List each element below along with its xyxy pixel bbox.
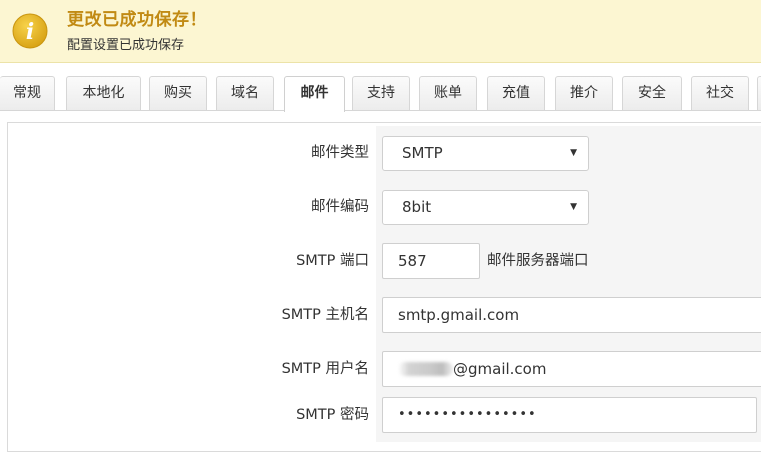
smtp-host-label: SMTP 主机名: [281, 307, 369, 323]
tab-credit[interactable]: 充值: [487, 76, 545, 110]
smtp-username-input[interactable]: @gmail.com: [382, 351, 761, 387]
smtp-port-input[interactable]: 587: [382, 243, 480, 279]
mail-encoding-label: 邮件编码: [311, 199, 369, 215]
mail-encoding-value: 8bit: [402, 198, 432, 216]
smtp-host-row: SMTP 主机名 smtp.gmail.com: [8, 288, 761, 343]
smtp-port-hint: 邮件服务器端口: [487, 253, 589, 269]
tab-affiliates[interactable]: 推介: [555, 76, 613, 110]
banner-message: 配置设置已成功保存: [67, 38, 185, 53]
mail-encoding-row: 邮件编码 8bit ▼: [8, 180, 761, 235]
smtp-username-domain: @gmail.com: [453, 360, 547, 378]
mail-type-label: 邮件类型: [311, 145, 369, 161]
smtp-password-label: SMTP 密码: [296, 407, 369, 423]
smtp-port-label: SMTP 端口: [296, 253, 369, 269]
smtp-port-row: SMTP 端口 587 邮件服务器端口: [8, 234, 761, 289]
tab-more[interactable]: [757, 76, 761, 110]
svg-text:i: i: [26, 19, 34, 45]
banner-title: 更改已成功保存！: [67, 10, 207, 30]
tab-ordering[interactable]: 购买: [149, 76, 207, 110]
info-icon: i: [12, 13, 48, 49]
tab-security[interactable]: 安全: [622, 76, 682, 110]
tab-mail[interactable]: 邮件: [284, 76, 345, 112]
dropdown-arrow-icon: ▼: [570, 202, 577, 212]
settings-tabs: 常规 本地化 购买 域名 邮件 支持 账单 充值 推介 安全 社交: [0, 76, 761, 112]
redacted-username: [398, 362, 453, 376]
success-banner: i 更改已成功保存！ 配置设置已成功保存: [0, 0, 761, 63]
tab-domains[interactable]: 域名: [216, 76, 274, 110]
tab-invoices[interactable]: 账单: [419, 76, 477, 110]
smtp-host-input[interactable]: smtp.gmail.com: [382, 297, 761, 333]
dropdown-arrow-icon: ▼: [570, 148, 577, 158]
mail-type-row: 邮件类型 SMTP ▼: [8, 126, 761, 181]
tab-support[interactable]: 支持: [352, 76, 410, 110]
tabs-divider: [0, 110, 761, 111]
tab-general[interactable]: 常规: [0, 76, 55, 110]
tab-localisation[interactable]: 本地化: [66, 76, 141, 110]
smtp-password-row: SMTP 密码 ••••••••••••••••: [8, 388, 761, 442]
tab-social[interactable]: 社交: [691, 76, 749, 110]
mail-type-value: SMTP: [402, 144, 443, 162]
smtp-password-input[interactable]: ••••••••••••••••: [382, 397, 757, 433]
mail-encoding-select[interactable]: 8bit ▼: [382, 190, 589, 225]
mail-type-select[interactable]: SMTP ▼: [382, 136, 589, 171]
